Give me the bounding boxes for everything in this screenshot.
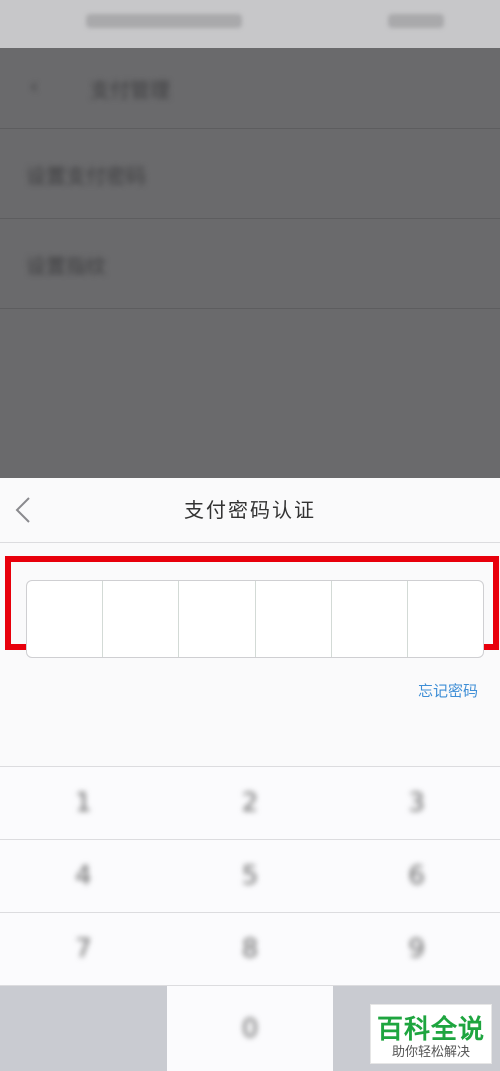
highlight-annotation — [5, 556, 499, 658]
sheet-title: 支付密码认证 — [184, 498, 316, 522]
key-3[interactable]: 3 — [333, 767, 500, 839]
back-button[interactable] — [8, 490, 38, 530]
key-9[interactable]: 9 — [333, 913, 500, 985]
background-row-1-label: 设置支付密码 — [26, 164, 146, 188]
background-row-1: 设置支付密码 — [0, 128, 500, 219]
key-6[interactable]: 6 — [333, 840, 500, 912]
status-bar — [0, 0, 500, 48]
pin-cell-6[interactable] — [408, 581, 483, 657]
key-5[interactable]: 5 — [166, 840, 334, 912]
background-header: ‹ 支付管理 — [0, 48, 500, 129]
key-blank-left — [0, 986, 167, 1071]
keypad-row-2: 4 5 6 — [0, 839, 500, 912]
key-7[interactable]: 7 — [0, 913, 167, 985]
key-2[interactable]: 2 — [166, 767, 334, 839]
back-arrow-icon: ‹ — [30, 74, 38, 98]
password-sheet: 支付密码认证 忘记密码 1 2 3 4 5 6 7 8 9 0 — [0, 478, 500, 1071]
sheet-header: 支付密码认证 — [0, 478, 500, 543]
keypad-row-3: 7 8 9 — [0, 912, 500, 985]
forgot-password-link[interactable]: 忘记密码 — [418, 680, 478, 701]
background-row-2-label: 设置指纹 — [26, 254, 106, 278]
key-0[interactable]: 0 — [166, 986, 334, 1071]
key-4[interactable]: 4 — [0, 840, 167, 912]
key-1[interactable]: 1 — [0, 767, 167, 839]
pin-cell-1[interactable] — [27, 581, 104, 657]
watermark-logo: 百科全说 助你轻松解决 — [370, 1004, 492, 1064]
background-header-title: 支付管理 — [90, 78, 170, 102]
watermark-subtitle: 助你轻松解决 — [391, 1045, 470, 1060]
keypad-row-1: 1 2 3 — [0, 766, 500, 839]
key-8[interactable]: 8 — [166, 913, 334, 985]
status-bar-right-blur — [388, 14, 444, 28]
pin-cell-3[interactable] — [179, 581, 256, 657]
status-bar-left-blur — [86, 14, 242, 28]
background-page: ‹ 支付管理 设置支付密码 设置指纹 — [0, 48, 500, 478]
pin-cell-2[interactable] — [103, 581, 180, 657]
pin-cell-5[interactable] — [332, 581, 408, 657]
pin-input[interactable] — [26, 580, 484, 658]
chevron-left-icon — [15, 497, 30, 523]
pin-cell-4[interactable] — [256, 581, 332, 657]
background-row-2: 设置指纹 — [0, 218, 500, 309]
